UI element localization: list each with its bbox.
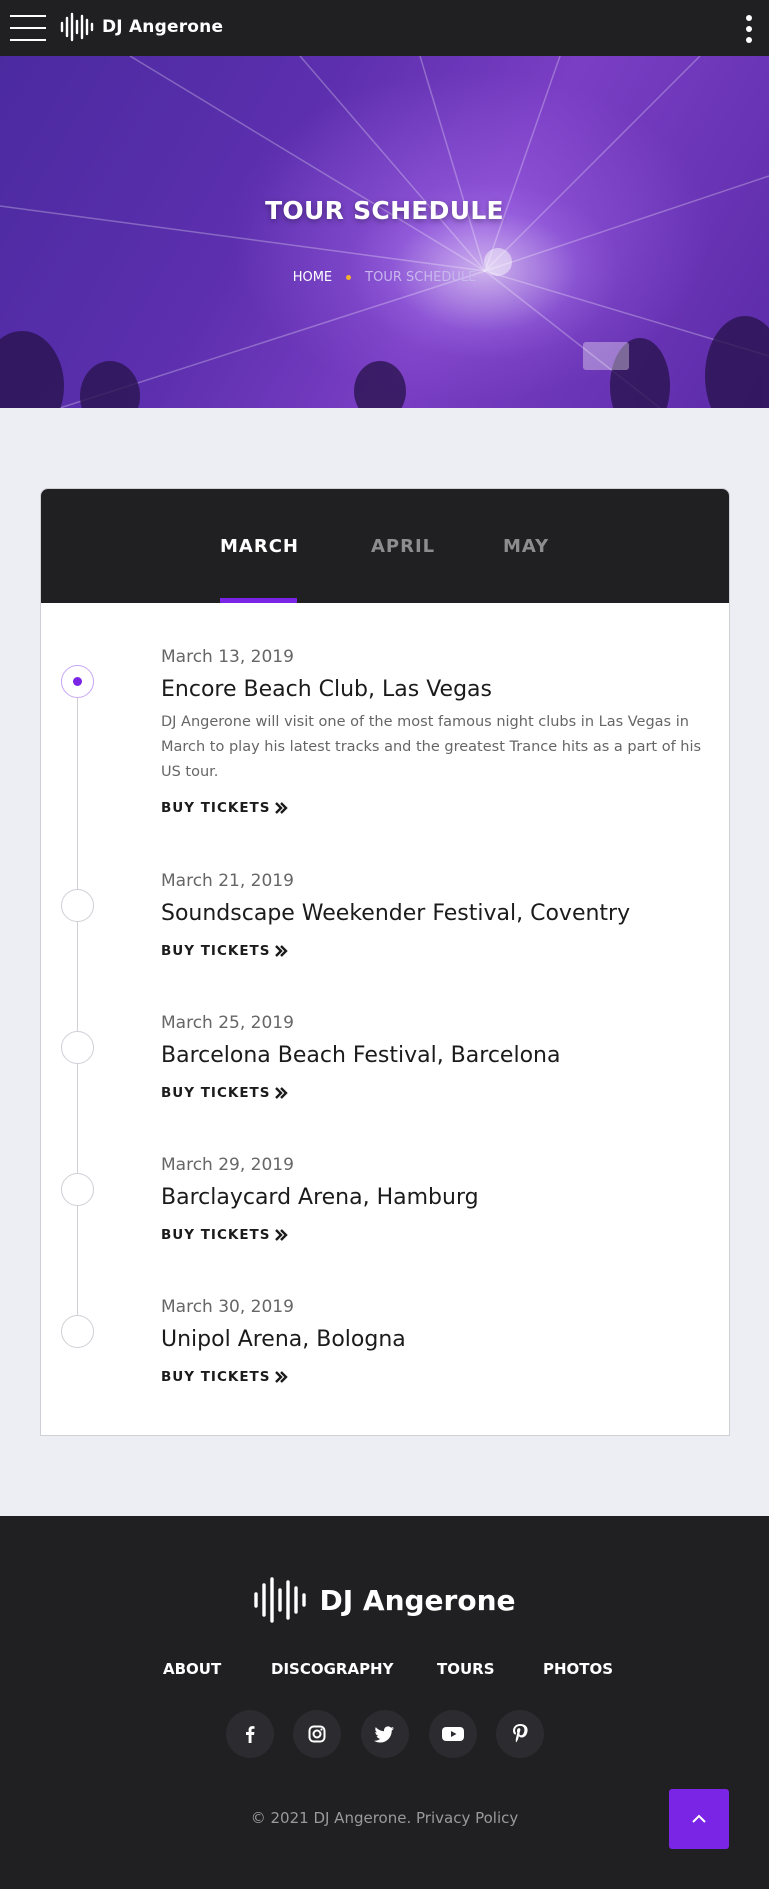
instagram-icon[interactable] bbox=[293, 1710, 341, 1758]
buy-tickets-label: BUY TICKETS bbox=[161, 1369, 271, 1385]
month-tabs: MARCH APRIL MAY bbox=[41, 489, 729, 603]
privacy-policy-link[interactable]: Privacy Policy bbox=[416, 1809, 518, 1827]
waveform-logo-icon bbox=[60, 12, 94, 42]
pinterest-icon[interactable] bbox=[496, 1710, 544, 1758]
tour-event: March 29, 2019 Barclaycard Arena, Hambur… bbox=[161, 1155, 711, 1243]
event-date: March 30, 2019 bbox=[161, 1297, 294, 1317]
tour-event: March 13, 2019 Encore Beach Club, Las Ve… bbox=[161, 647, 711, 816]
tour-event: March 30, 2019 Unipol Arena, Bologna BUY… bbox=[161, 1297, 711, 1385]
double-chevron-right-icon bbox=[275, 945, 289, 957]
chevron-up-icon bbox=[692, 1814, 706, 1823]
event-date: March 13, 2019 bbox=[161, 647, 294, 667]
double-chevron-right-icon bbox=[275, 1087, 289, 1099]
back-to-top-button[interactable] bbox=[669, 1789, 729, 1849]
brand-name: DJ Angerone bbox=[102, 17, 224, 37]
breadcrumb-separator-dot bbox=[346, 275, 352, 280]
tab-may[interactable]: MAY bbox=[503, 536, 549, 557]
tour-schedule-card: MARCH APRIL MAY March 13, 2019 Encore Be… bbox=[40, 488, 730, 1436]
event-date: March 21, 2019 bbox=[161, 871, 294, 891]
facebook-icon[interactable] bbox=[226, 1710, 274, 1758]
breadcrumb: HOME TOUR SCHEDULE bbox=[0, 270, 769, 285]
tour-event: March 21, 2019 Soundscape Weekender Fest… bbox=[161, 871, 711, 959]
double-chevron-right-icon bbox=[275, 1229, 289, 1241]
waveform-logo-icon bbox=[254, 1577, 307, 1623]
buy-tickets-label: BUY TICKETS bbox=[161, 800, 271, 816]
tab-march[interactable]: MARCH bbox=[220, 536, 299, 557]
footer: DJ Angerone ABOUT DISCOGRAPHY TOURS PHOT… bbox=[0, 1516, 769, 1889]
event-description: DJ Angerone will visit one of the most f… bbox=[161, 714, 702, 780]
buy-tickets-link[interactable]: BUY TICKETS bbox=[161, 1227, 289, 1243]
footer-brand: DJ Angerone bbox=[0, 1576, 769, 1624]
footer-link-tours[interactable]: TOURS bbox=[437, 1660, 495, 1678]
page-title: TOUR SCHEDULE bbox=[265, 196, 504, 225]
buy-tickets-link[interactable]: BUY TICKETS bbox=[161, 800, 289, 816]
tab-april[interactable]: APRIL bbox=[371, 536, 435, 557]
breadcrumb-current: TOUR SCHEDULE bbox=[365, 270, 477, 285]
active-tab-indicator bbox=[220, 598, 297, 603]
buy-tickets-label: BUY TICKETS bbox=[161, 943, 271, 959]
event-title: Barcelona Beach Festival, Barcelona bbox=[161, 1043, 561, 1068]
breadcrumb-home-link[interactable]: HOME bbox=[293, 270, 332, 285]
hero-banner: TOUR SCHEDULE HOME TOUR SCHEDULE bbox=[0, 56, 769, 408]
event-title: Encore Beach Club, Las Vegas bbox=[161, 677, 492, 702]
kebab-menu-icon[interactable] bbox=[745, 15, 753, 43]
footer-link-discography[interactable]: DISCOGRAPHY bbox=[271, 1660, 393, 1678]
timeline-node bbox=[61, 889, 94, 922]
footer-link-about[interactable]: ABOUT bbox=[163, 1660, 221, 1678]
youtube-icon[interactable] bbox=[429, 1710, 477, 1758]
hamburger-icon[interactable] bbox=[10, 15, 46, 41]
timeline-node bbox=[61, 1315, 94, 1348]
top-navbar: DJ Angerone bbox=[0, 0, 769, 56]
footer-link-photos[interactable]: PHOTOS bbox=[543, 1660, 613, 1678]
timeline-node-active bbox=[61, 665, 94, 698]
event-title: Soundscape Weekender Festival, Coventry bbox=[161, 901, 631, 926]
copyright-text: © 2021 DJ Angerone. bbox=[250, 1809, 412, 1827]
buy-tickets-label: BUY TICKETS bbox=[161, 1085, 271, 1101]
timeline-node bbox=[61, 1173, 94, 1206]
double-chevron-right-icon bbox=[275, 1371, 289, 1383]
tour-event: March 25, 2019 Barcelona Beach Festival,… bbox=[161, 1013, 711, 1101]
event-date: March 29, 2019 bbox=[161, 1155, 294, 1175]
footer-brand-name: DJ Angerone bbox=[319, 1583, 516, 1617]
twitter-icon[interactable] bbox=[361, 1710, 409, 1758]
event-title: Unipol Arena, Bologna bbox=[161, 1327, 406, 1352]
stage-lights-graphic bbox=[0, 56, 769, 408]
double-chevron-right-icon bbox=[275, 802, 289, 814]
event-date: March 25, 2019 bbox=[161, 1013, 294, 1033]
buy-tickets-link[interactable]: BUY TICKETS bbox=[161, 1085, 289, 1101]
timeline-node bbox=[61, 1031, 94, 1064]
timeline-line bbox=[77, 682, 78, 1322]
copyright: © 2021 DJ Angerone. Privacy Policy bbox=[0, 1809, 769, 1827]
buy-tickets-link[interactable]: BUY TICKETS bbox=[161, 1369, 289, 1385]
brand-logo-link[interactable]: DJ Angerone bbox=[60, 12, 223, 42]
event-title: Barclaycard Arena, Hamburg bbox=[161, 1185, 479, 1210]
buy-tickets-link[interactable]: BUY TICKETS bbox=[161, 943, 289, 959]
buy-tickets-label: BUY TICKETS bbox=[161, 1227, 271, 1243]
